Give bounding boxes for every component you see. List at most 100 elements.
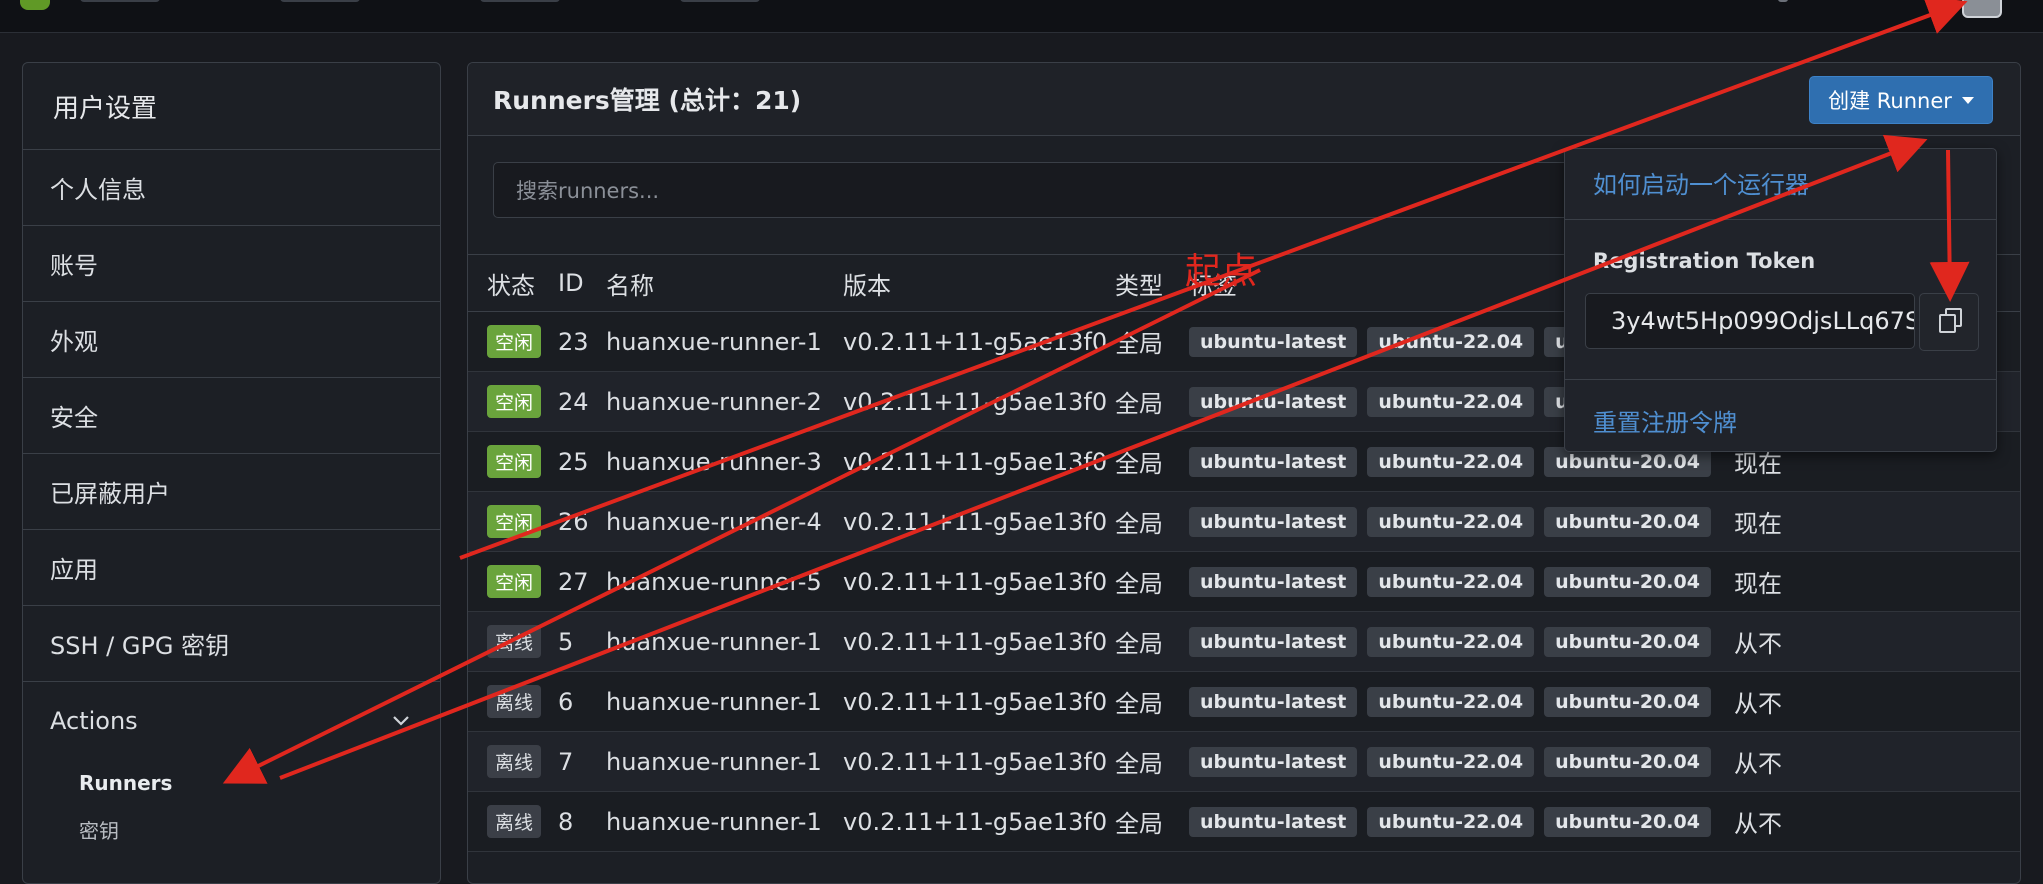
runner-type: 全局 <box>1115 731 1189 792</box>
chevron-down-icon <box>393 716 409 726</box>
runner-version: v0.2.11+11-g5ae13f0 <box>843 551 1115 612</box>
annotation-label: 起点 <box>1185 251 1258 292</box>
status-badge: 离线 <box>487 625 542 658</box>
sidebar-item-account[interactable]: 账号 <box>23 226 440 302</box>
runner-name[interactable]: huanxue-runner-4 <box>606 491 843 552</box>
sidebar-item-security[interactable]: 安全 <box>23 378 440 454</box>
label-tag: ubuntu-22.04 <box>1367 687 1535 717</box>
runner-type: 全局 <box>1115 371 1189 432</box>
runner-version: v0.2.11+11-g5ae13f0 <box>843 731 1115 792</box>
nav-link[interactable] <box>280 0 360 2</box>
runner-type: 全局 <box>1115 611 1189 672</box>
runner-type: 全局 <box>1115 311 1189 372</box>
column-header-name[interactable]: 名称 <box>606 255 843 312</box>
sidebar-title: 用户设置 <box>23 63 440 150</box>
sidebar-item-blocked-users[interactable]: 已屏蔽用户 <box>23 454 440 530</box>
runner-name[interactable]: huanxue-runner-1 <box>606 671 843 732</box>
nav-link[interactable] <box>680 0 760 2</box>
runner-last-online: 现在 <box>1734 491 2020 552</box>
runner-id: 5 <box>558 611 606 672</box>
runner-name[interactable]: huanxue-runner-1 <box>606 731 843 792</box>
runner-last-online: 从不 <box>1734 791 2020 852</box>
table-row: 离线 8 huanxue-runner-1 v0.2.11+11-g5ae13f… <box>468 791 2020 852</box>
label-tag: ubuntu-20.04 <box>1544 747 1711 777</box>
label-tag: ubuntu-22.04 <box>1367 447 1535 477</box>
runner-id: 26 <box>558 491 606 552</box>
runner-id: 23 <box>558 311 606 372</box>
label-tag: ubuntu-latest <box>1189 627 1358 657</box>
caret-down-icon <box>1961 96 1974 104</box>
sidebar-item-profile[interactable]: 个人信息 <box>23 150 440 226</box>
runner-name[interactable]: huanxue-runner-1 <box>606 791 843 852</box>
runner-last-online: 从不 <box>1734 671 2020 732</box>
create-runner-button[interactable]: 创建 Runner <box>1809 76 1993 124</box>
table-row: 离线 5 huanxue-runner-1 v0.2.11+11-g5ae13f… <box>468 611 2020 672</box>
app-logo[interactable] <box>20 0 50 10</box>
settings-sidebar: 用户设置 个人信息 账号 外观 安全 已屏蔽用户 应用 SSH / GPG 密钥… <box>22 62 441 884</box>
label-tag: ubuntu-20.04 <box>1544 627 1711 657</box>
status-badge: 空闲 <box>487 505 542 538</box>
status-badge: 空闲 <box>487 445 542 478</box>
table-row: 空闲 26 huanxue-runner-4 v0.2.11+11-g5ae13… <box>468 491 2020 552</box>
table-row: 空闲 27 huanxue-runner-5 v0.2.11+11-g5ae13… <box>468 551 2020 612</box>
sidebar-item-label: Actions <box>50 707 138 735</box>
runner-id: 8 <box>558 791 606 852</box>
runner-version: v0.2.11+11-g5ae13f0 <box>843 431 1115 492</box>
notification-icon[interactable] <box>1778 0 1788 2</box>
status-badge: 离线 <box>487 745 542 778</box>
label-tag: ubuntu-22.04 <box>1367 627 1535 657</box>
runner-last-online: 从不 <box>1734 731 2020 792</box>
copy-token-button[interactable] <box>1919 293 1979 351</box>
nav-link[interactable] <box>80 0 160 2</box>
runner-name[interactable]: huanxue-runner-5 <box>606 551 843 612</box>
label-tag: ubuntu-22.04 <box>1367 567 1535 597</box>
label-tag: ubuntu-22.04 <box>1367 507 1535 537</box>
reset-token-link[interactable]: 重置注册令牌 <box>1593 403 1737 438</box>
runner-version: v0.2.11+11-g5ae13f0 <box>843 311 1115 372</box>
runner-id: 24 <box>558 371 606 432</box>
column-header-type[interactable]: 类型 <box>1115 255 1189 312</box>
runner-last-online: 从不 <box>1734 611 2020 672</box>
sidebar-item-appearance[interactable]: 外观 <box>23 302 440 378</box>
sidebar-item-applications[interactable]: 应用 <box>23 530 440 606</box>
runner-version: v0.2.11+11-g5ae13f0 <box>843 791 1115 852</box>
label-tag: ubuntu-20.04 <box>1544 507 1711 537</box>
runner-name[interactable]: huanxue-runner-2 <box>606 371 843 432</box>
label-tag: ubuntu-latest <box>1189 327 1358 357</box>
label-tag: ubuntu-20.04 <box>1544 687 1711 717</box>
sidebar-item-ssh-gpg-keys[interactable]: SSH / GPG 密钥 <box>23 606 440 682</box>
label-tag: ubuntu-latest <box>1189 507 1358 537</box>
how-to-start-runner-link[interactable]: 如何启动一个运行器 <box>1593 165 1809 200</box>
runner-id: 27 <box>558 551 606 612</box>
label-tag: ubuntu-22.04 <box>1367 747 1535 777</box>
nav-link[interactable] <box>480 0 560 2</box>
create-runner-label: 创建 Runner <box>1828 89 1952 113</box>
status-badge: 离线 <box>487 685 542 718</box>
avatar[interactable] <box>1962 0 2002 18</box>
runner-type: 全局 <box>1115 791 1189 852</box>
sidebar-subitem-runners[interactable]: Runners <box>23 760 440 806</box>
label-tag: ubuntu-latest <box>1189 807 1358 837</box>
runner-name[interactable]: huanxue-runner-3 <box>606 431 843 492</box>
label-tag: ubuntu-latest <box>1189 747 1358 777</box>
runner-name[interactable]: huanxue-runner-1 <box>606 311 843 372</box>
runner-type: 全局 <box>1115 671 1189 732</box>
column-header-status[interactable]: 状态 <box>468 255 558 312</box>
column-header-version[interactable]: 版本 <box>843 255 1115 312</box>
label-tag: ubuntu-20.04 <box>1544 567 1711 597</box>
runner-name[interactable]: huanxue-runner-1 <box>606 611 843 672</box>
column-header-id[interactable]: ID <box>558 255 606 312</box>
create-runner-dropdown: 如何启动一个运行器 Registration Token 3y4wt5Hp099… <box>1564 148 1997 452</box>
runner-type: 全局 <box>1115 551 1189 612</box>
status-badge: 空闲 <box>487 325 542 358</box>
label-tag: ubuntu-20.04 <box>1544 807 1711 837</box>
runner-id: 7 <box>558 731 606 792</box>
label-tag: ubuntu-22.04 <box>1367 327 1535 357</box>
divider <box>1565 379 1996 380</box>
sidebar-item-actions[interactable]: Actions <box>23 682 440 760</box>
registration-token-field[interactable]: 3y4wt5Hp099OdjsLLq67S <box>1585 293 1915 349</box>
status-badge: 空闲 <box>487 565 542 598</box>
label-tag: ubuntu-latest <box>1189 687 1358 717</box>
sidebar-subitem-secrets[interactable]: 密钥 <box>23 806 440 852</box>
runner-last-online: 现在 <box>1734 551 2020 612</box>
